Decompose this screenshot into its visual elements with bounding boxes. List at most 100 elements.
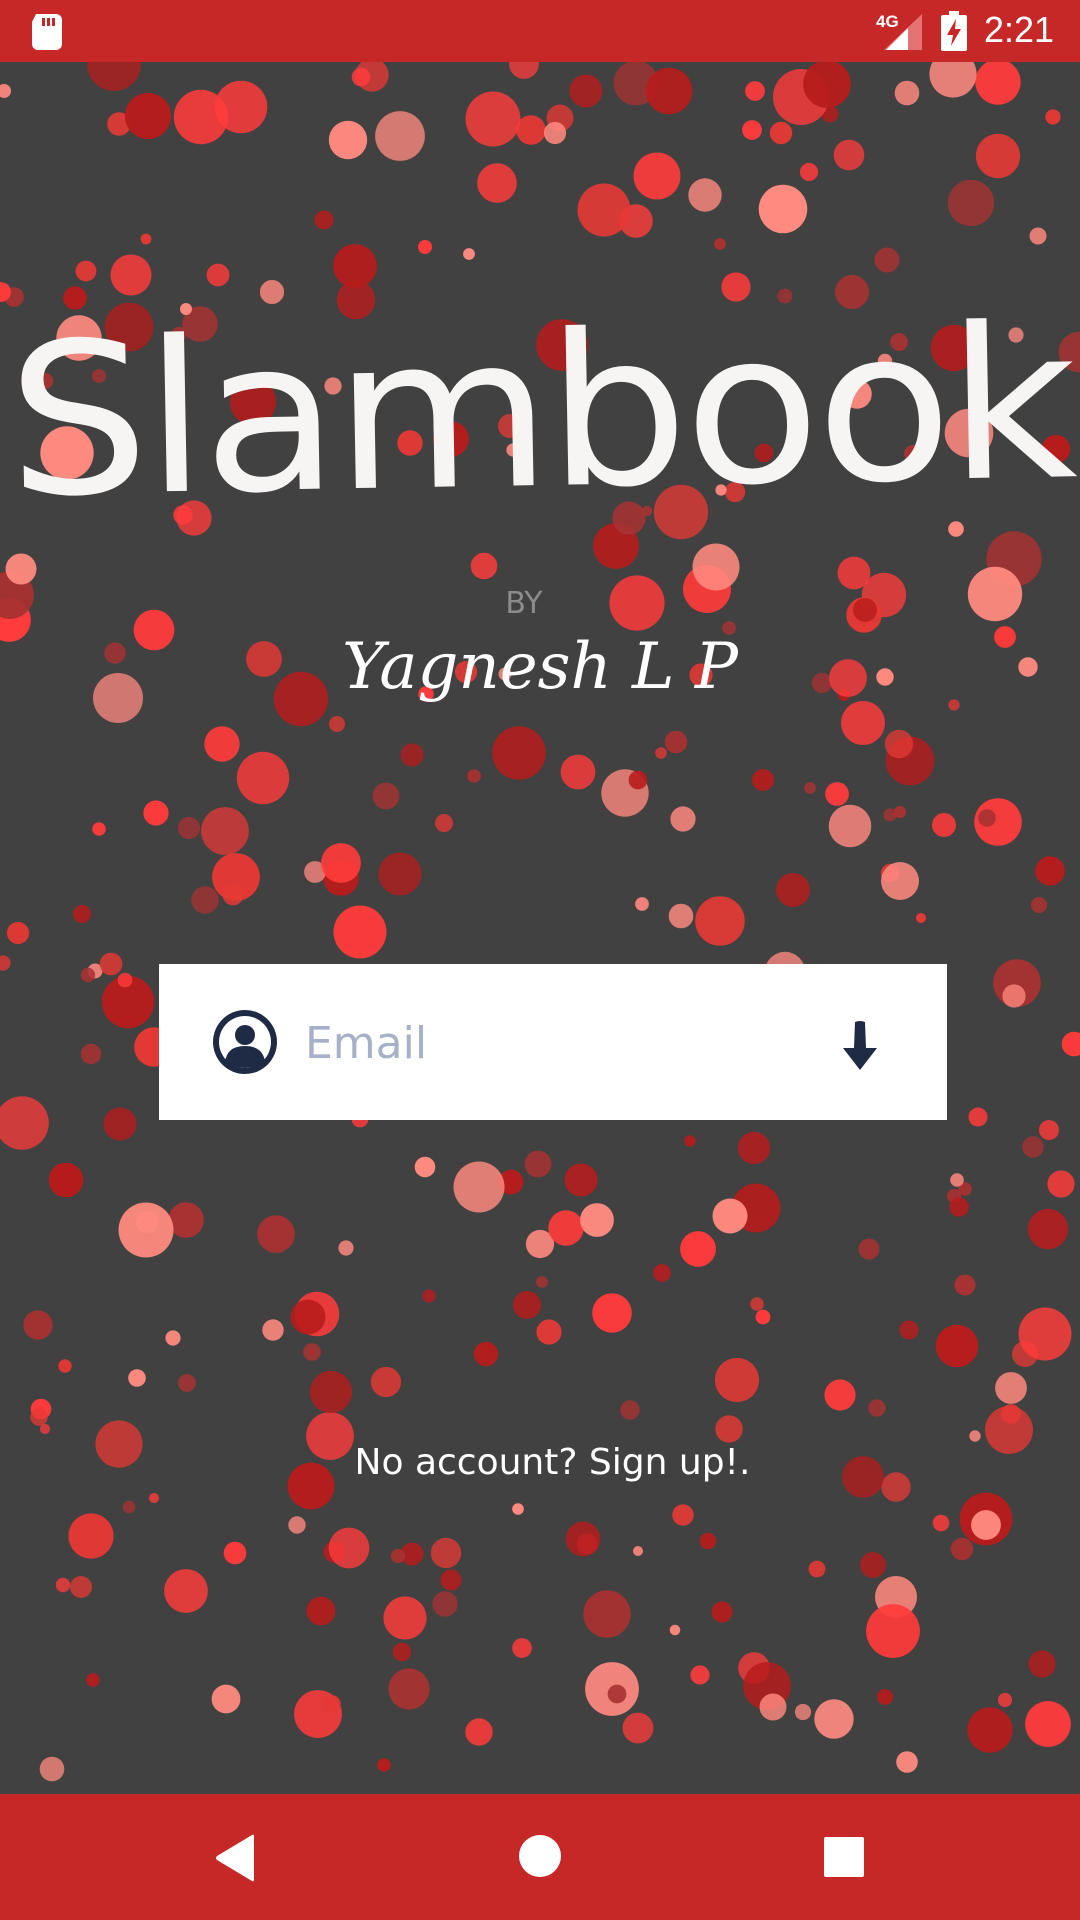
- bubble: [580, 1203, 614, 1237]
- bubble: [370, 1366, 402, 1398]
- bubble: [288, 1516, 306, 1534]
- bubble: [633, 152, 681, 200]
- bubble: [932, 1514, 950, 1532]
- bubble: [536, 1276, 548, 1288]
- battery-charging-icon: [941, 11, 967, 51]
- user-avatar-icon: [213, 1010, 277, 1074]
- bubble: [329, 716, 345, 732]
- bubble: [418, 240, 432, 254]
- bubble: [932, 813, 956, 837]
- bubble: [168, 1202, 204, 1238]
- bubble: [560, 754, 596, 790]
- bubble: [628, 770, 648, 790]
- bubble: [440, 1569, 462, 1591]
- navigation-bar: [0, 1794, 1080, 1920]
- email-input[interactable]: [303, 1004, 747, 1082]
- bubble: [309, 1370, 353, 1414]
- bubble: [0, 1096, 49, 1150]
- bubble: [975, 133, 1021, 179]
- bubble: [1031, 897, 1047, 913]
- bubble: [463, 248, 475, 260]
- bubble: [388, 1668, 430, 1710]
- bubble: [422, 1289, 436, 1303]
- bubble: [0, 84, 11, 98]
- bubble: [306, 1596, 336, 1626]
- bubble: [414, 1156, 436, 1178]
- bubble: [149, 1493, 159, 1503]
- bubble: [995, 1372, 1027, 1404]
- bubble: [825, 782, 849, 806]
- bubble: [896, 1751, 918, 1773]
- bubble: [824, 1379, 856, 1411]
- bubble: [1045, 109, 1061, 125]
- bubble: [954, 1274, 976, 1296]
- bubble: [110, 254, 152, 296]
- bubble: [392, 1642, 412, 1662]
- back-icon[interactable]: [214, 1834, 256, 1882]
- bubble: [690, 1665, 710, 1685]
- bubble: [204, 726, 240, 762]
- bubble: [564, 1163, 598, 1197]
- bubble: [323, 1695, 341, 1713]
- recents-icon[interactable]: [824, 1837, 864, 1877]
- bubble: [883, 808, 897, 822]
- bubble: [969, 1430, 981, 1442]
- bubble: [122, 1500, 136, 1514]
- bubble: [975, 62, 1021, 105]
- bubble: [776, 873, 810, 907]
- bubble: [383, 1596, 427, 1640]
- by-label: BY: [505, 586, 543, 621]
- bubble: [6, 921, 30, 945]
- bubble: [1028, 1650, 1056, 1678]
- bubble: [303, 1343, 321, 1361]
- bubble: [577, 183, 631, 237]
- bubble: [48, 1162, 84, 1198]
- bubble: [837, 556, 871, 590]
- bubble: [223, 1541, 247, 1565]
- bubble: [117, 972, 133, 988]
- arrow-down-icon[interactable]: [841, 1020, 879, 1070]
- bubble: [699, 1532, 717, 1550]
- bubble: [947, 179, 995, 227]
- bubble: [750, 1297, 764, 1311]
- bubble: [477, 163, 517, 203]
- bubble: [524, 1150, 552, 1178]
- bubble: [668, 903, 694, 929]
- status-bar: 4G 2:21: [0, 0, 1080, 62]
- app-title: Slambook: [5, 281, 1075, 544]
- bubble: [30, 1408, 48, 1426]
- bubble: [372, 782, 400, 810]
- bubble: [290, 1299, 326, 1335]
- bubble: [669, 1624, 681, 1636]
- bubble: [684, 1135, 696, 1147]
- bubble: [375, 111, 425, 161]
- bubble: [165, 1330, 181, 1346]
- bubble: [899, 1320, 919, 1340]
- home-icon[interactable]: [518, 1834, 562, 1878]
- bubble: [173, 89, 229, 145]
- bubble: [1027, 1208, 1069, 1250]
- bubble: [400, 743, 424, 767]
- signup-link[interactable]: No account? Sign up!.: [0, 1442, 1080, 1483]
- bubble: [950, 1173, 964, 1187]
- bubble: [513, 1291, 541, 1319]
- bubble: [23, 1310, 53, 1340]
- bubble: [430, 1537, 462, 1569]
- bubble: [971, 1510, 1001, 1540]
- bubble: [314, 210, 334, 230]
- bubble: [512, 1638, 532, 1658]
- bubble: [949, 1197, 969, 1217]
- bubble: [512, 1503, 524, 1515]
- bubble: [715, 1415, 743, 1443]
- bubble: [670, 806, 696, 832]
- bubble: [473, 1341, 499, 1367]
- author-name: Yagnesh L P: [342, 630, 738, 704]
- bubble: [5, 553, 37, 585]
- bubble: [814, 1699, 854, 1739]
- bubble: [72, 904, 92, 924]
- bubble: [808, 1560, 826, 1578]
- bubble: [645, 67, 693, 115]
- bubble: [128, 1369, 146, 1387]
- bubble: [692, 543, 740, 591]
- bubble: [978, 809, 996, 827]
